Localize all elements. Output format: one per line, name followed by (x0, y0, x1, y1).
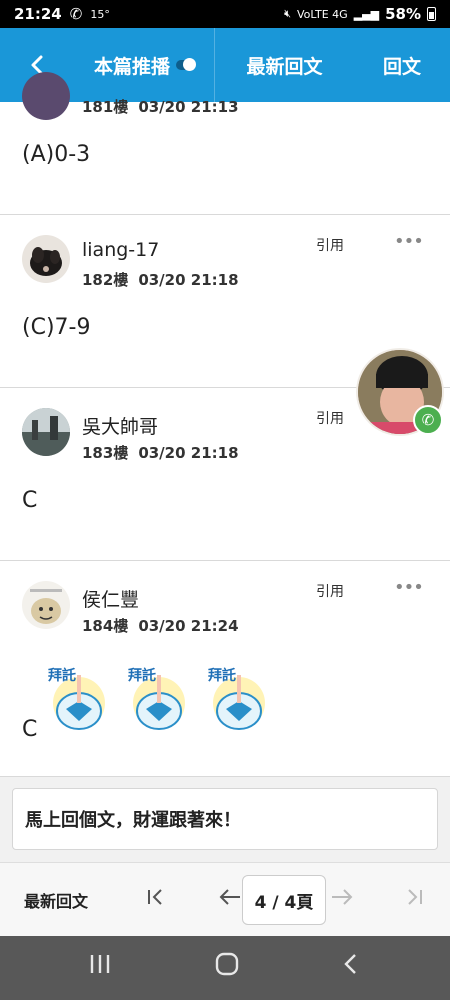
avatar[interactable] (22, 235, 70, 283)
sticker-text: 拜託 (128, 668, 156, 684)
quote-button[interactable]: 引用 (316, 581, 344, 601)
post-184: 侯仁豐 184樓 03/20 21:24 引用 ••• C 拜託 拜託 拜託 (0, 561, 450, 777)
page-indicator[interactable]: 4 / 4頁 (242, 875, 326, 925)
tab-post-push[interactable]: 本篇推播 (74, 28, 214, 102)
post-content: C (22, 717, 38, 742)
system-nav-bar (0, 936, 450, 1000)
post-meta: 183樓 03/20 21:18 (82, 444, 239, 462)
post-content: (C)7-9 (22, 315, 91, 340)
post-author[interactable]: 吳大帥哥 (82, 412, 158, 439)
status-temperature: 15° (90, 7, 110, 21)
tab-label: 本篇推播 (93, 55, 170, 78)
reply-input[interactable]: 馬上回個文，財運跟著來！ (12, 788, 438, 850)
quote-button[interactable]: 引用 (316, 408, 344, 428)
sticker-text: 拜託 (48, 668, 76, 684)
wifi-call-icon: ✆ (69, 5, 83, 23)
post-content: (A)0-3 (22, 142, 91, 167)
avatar[interactable] (22, 581, 70, 629)
status-bar: 21:24 ✆ 15° 🔇︎ VoLTE 4G ▂▄▆ 58% (0, 0, 450, 28)
pagination-bar: 最新回文 4 / 4頁 (0, 862, 450, 936)
sticker-image: 拜託 (44, 663, 114, 733)
post-meta: 184樓 03/20 21:24 (82, 617, 239, 635)
recent-apps-icon[interactable] (88, 952, 112, 982)
post-content: C (22, 488, 38, 513)
post-181: 181樓 03/20 21:13 (A)0-3 (0, 72, 450, 215)
avatar[interactable] (22, 408, 70, 456)
first-page-icon[interactable] (146, 887, 166, 913)
last-page-icon[interactable] (404, 887, 424, 913)
more-options-icon[interactable]: ••• (394, 577, 424, 598)
avatar-image (22, 408, 70, 456)
phone-icon[interactable]: ✆ (413, 405, 443, 435)
status-time: 21:24 (14, 5, 62, 23)
more-options-icon[interactable]: ••• (394, 231, 424, 252)
post-author[interactable]: 侯仁豐 (82, 585, 139, 612)
tab-latest-reply[interactable]: 最新回文 (214, 28, 354, 102)
tab-reply[interactable]: 回文 (354, 28, 450, 102)
reply-area: 馬上回個文，財運跟著來！ (0, 777, 450, 862)
tab-label: 回文 (382, 55, 421, 78)
home-icon[interactable] (214, 952, 240, 983)
battery-percent: 58% (385, 5, 421, 23)
post-meta: 181樓 03/20 21:13 (82, 98, 239, 116)
sticker-text: 拜託 (208, 668, 236, 684)
avatar-image (30, 589, 62, 624)
next-page-icon[interactable] (330, 887, 354, 913)
post-meta: 182樓 03/20 21:18 (82, 271, 239, 289)
network-indicator: VoLTE 4G (297, 7, 348, 21)
latest-reply-button[interactable]: 最新回文 (24, 888, 88, 912)
prev-page-icon[interactable] (218, 887, 242, 913)
avatar-image (30, 247, 62, 276)
avatar[interactable] (22, 72, 70, 120)
post-author[interactable]: liang-17 (82, 239, 159, 261)
mute-icon: 🔇︎ (284, 7, 291, 20)
back-nav-icon[interactable] (342, 952, 358, 982)
push-toggle-icon[interactable] (176, 58, 196, 71)
quote-button[interactable]: 引用 (316, 235, 344, 255)
battery-icon (427, 7, 436, 21)
sticker-image: 拜託 (124, 663, 194, 733)
sticker-image: 拜託 (204, 663, 274, 733)
signal-icon: ▂▄▆ (353, 7, 380, 21)
tab-label: 最新回文 (246, 55, 323, 78)
